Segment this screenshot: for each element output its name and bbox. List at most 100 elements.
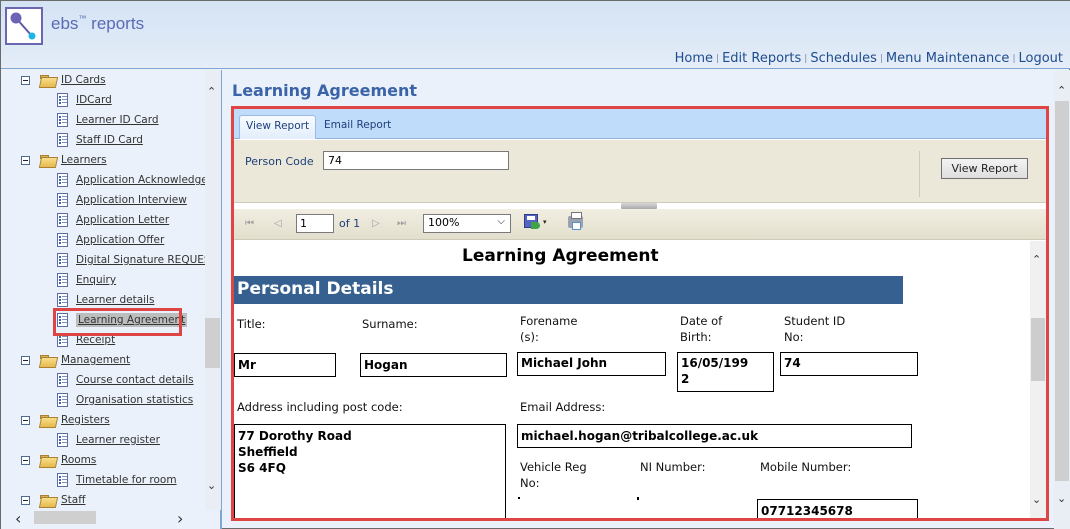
report-toolbar: ⏮ ◁ of 1 ▷ ⏭ 100% ⌵ ▾: [234, 209, 1046, 240]
scroll-up-icon[interactable]: ⌃: [207, 86, 216, 97]
tree-item-learner-details[interactable]: Learner details: [57, 290, 154, 310]
scroll-left-icon[interactable]: ‹: [15, 511, 21, 527]
tree-item-label[interactable]: Learner ID Card: [76, 114, 159, 126]
tree-item-enquiry[interactable]: Enquiry: [57, 270, 116, 290]
collapse-toggle-icon[interactable]: [21, 156, 30, 165]
folder-icon: [40, 454, 56, 466]
scroll-down-icon[interactable]: ⌄: [207, 480, 216, 491]
nav-edit-reports[interactable]: Edit Reports: [722, 51, 801, 66]
nav-logout[interactable]: Logout: [1018, 51, 1063, 66]
tree-folder-learners[interactable]: Learners: [21, 150, 107, 170]
nav-menu-maintenance[interactable]: Menu Maintenance: [886, 51, 1010, 66]
export-save-icon[interactable]: [524, 214, 540, 229]
nav-separator: |: [716, 54, 720, 64]
sidebar-horizontal-scrollbar[interactable]: [1, 510, 205, 528]
tree-item-label[interactable]: ID Cards: [61, 74, 106, 86]
collapse-toggle-icon[interactable]: [21, 456, 30, 465]
collapse-toggle-icon[interactable]: [21, 76, 30, 85]
vehicle-reg-value: [518, 497, 520, 499]
report-scroll-down-icon[interactable]: ⌄: [1032, 494, 1041, 505]
collapse-toggle-icon[interactable]: [21, 416, 30, 425]
folder-icon: [40, 74, 56, 86]
tree-item-staff-id-card[interactable]: Staff ID Card: [57, 130, 143, 150]
report-document-icon: [57, 393, 68, 407]
page-scroll-up-icon[interactable]: ⌃: [1057, 85, 1066, 96]
nav-separator: |: [804, 54, 808, 64]
tree-item-label[interactable]: Course contact details: [76, 374, 194, 386]
tab-view-report[interactable]: View Report: [239, 115, 317, 139]
collapse-toggle-icon[interactable]: [21, 356, 30, 365]
header: ebs™ reports Home | Edit Reports | Schedules…: [1, 1, 1070, 69]
nav-home[interactable]: Home: [675, 51, 713, 66]
tree-item-application-interview[interactable]: Application Interview: [57, 190, 187, 210]
next-page-icon[interactable]: ▷: [372, 218, 380, 229]
page-number-input[interactable]: [296, 214, 334, 233]
view-report-button[interactable]: View Report: [941, 158, 1028, 179]
tree-folder-id-cards[interactable]: ID Cards: [21, 70, 106, 90]
tree-item-label[interactable]: Timetable for room: [76, 474, 177, 486]
tree-folder-management[interactable]: Management: [21, 350, 130, 370]
tree-item-application-acknowledgen[interactable]: Application Acknowledgen: [57, 170, 205, 190]
tree-item-label[interactable]: Registers: [61, 414, 110, 426]
title-label: Title:: [237, 317, 266, 331]
ebs-logo-icon: [5, 7, 43, 45]
tree-item-organisation-statistics[interactable]: Organisation statistics: [57, 390, 193, 410]
tree-item-label[interactable]: IDCard: [76, 94, 112, 106]
tree-item-label[interactable]: Learner register: [76, 434, 160, 446]
page-vertical-scroll-thumb[interactable]: [1055, 101, 1069, 481]
tree-item-label[interactable]: Staff: [61, 494, 85, 506]
chevron-down-icon: ⌵: [497, 216, 505, 227]
tree-folder-rooms[interactable]: Rooms: [21, 450, 96, 470]
tree-item-label[interactable]: Learner details: [76, 294, 154, 306]
tree-item-label[interactable]: Rooms: [61, 454, 96, 466]
tree-item-label[interactable]: Learners: [61, 154, 107, 166]
tree-item-label[interactable]: Application Acknowledgen: [76, 174, 205, 186]
print-icon[interactable]: [568, 212, 583, 230]
first-page-icon[interactable]: ⏮: [245, 218, 254, 229]
tree-item-learner-id-card[interactable]: Learner ID Card: [57, 110, 159, 130]
nav-schedules[interactable]: Schedules: [810, 51, 877, 66]
dob-value: 16/05/199 2: [677, 352, 774, 392]
zoom-select[interactable]: 100% ⌵: [423, 214, 511, 233]
page-scroll-down-icon[interactable]: ⌄: [1057, 493, 1066, 504]
forename-value: Michael John: [517, 352, 666, 376]
report-vertical-scroll-thumb[interactable]: [1031, 318, 1045, 381]
email-label: Email Address:: [520, 400, 606, 414]
tree-folder-registers[interactable]: Registers: [21, 410, 110, 430]
person-code-input[interactable]: [323, 151, 509, 170]
report-document-icon: [57, 193, 68, 207]
tree-item-digital-signature-reques[interactable]: Digital Signature REQUES: [57, 250, 205, 270]
previous-page-icon[interactable]: ◁: [274, 218, 282, 229]
tree-item-course-contact-details[interactable]: Course contact details: [57, 370, 194, 390]
app-name: ebs: [51, 14, 79, 33]
tree-item-application-letter[interactable]: Application Letter: [57, 210, 169, 230]
sidebar-vertical-scrollbar[interactable]: [205, 70, 221, 510]
trademark: ™: [78, 14, 87, 23]
tree-item-label[interactable]: Organisation statistics: [76, 394, 193, 406]
report-document-icon: [57, 233, 68, 247]
report-vertical-scrollbar[interactable]: [1030, 241, 1046, 518]
scroll-right-icon[interactable]: ›: [177, 511, 183, 527]
collapse-toggle-icon[interactable]: [21, 496, 30, 505]
tree-folder-staff[interactable]: Staff: [21, 490, 85, 510]
person-code-label: Person Code: [245, 155, 314, 168]
sidebar-horizontal-scroll-thumb[interactable]: [34, 511, 96, 524]
parameters-panel: Person Code View Report: [234, 140, 1046, 203]
tab-email-report[interactable]: Email Report: [318, 115, 397, 139]
tree-item-learner-register[interactable]: Learner register: [57, 430, 160, 450]
sidebar-vertical-scroll-thumb[interactable]: [205, 318, 220, 368]
tree-item-timetable-for-room[interactable]: Timetable for room: [57, 470, 177, 490]
tree-item-application-offer[interactable]: Application Offer: [57, 230, 164, 250]
tree-item-label[interactable]: Application Interview: [76, 194, 187, 206]
tree-item-label[interactable]: Management: [61, 354, 130, 366]
tree-item-label[interactable]: Staff ID Card: [76, 134, 143, 146]
nav-separator: |: [879, 54, 883, 64]
tree-item-label[interactable]: Enquiry: [76, 274, 116, 286]
tree-item-label[interactable]: Application Letter: [76, 214, 169, 226]
tree-item-label[interactable]: Application Offer: [76, 234, 164, 246]
export-dropdown-icon[interactable]: ▾: [543, 218, 547, 226]
tree-item-label[interactable]: Digital Signature REQUES: [76, 254, 205, 266]
tree-item-idcard[interactable]: IDCard: [57, 90, 112, 110]
report-scroll-up-icon[interactable]: ⌃: [1032, 254, 1041, 265]
last-page-icon[interactable]: ⏭: [397, 218, 406, 229]
